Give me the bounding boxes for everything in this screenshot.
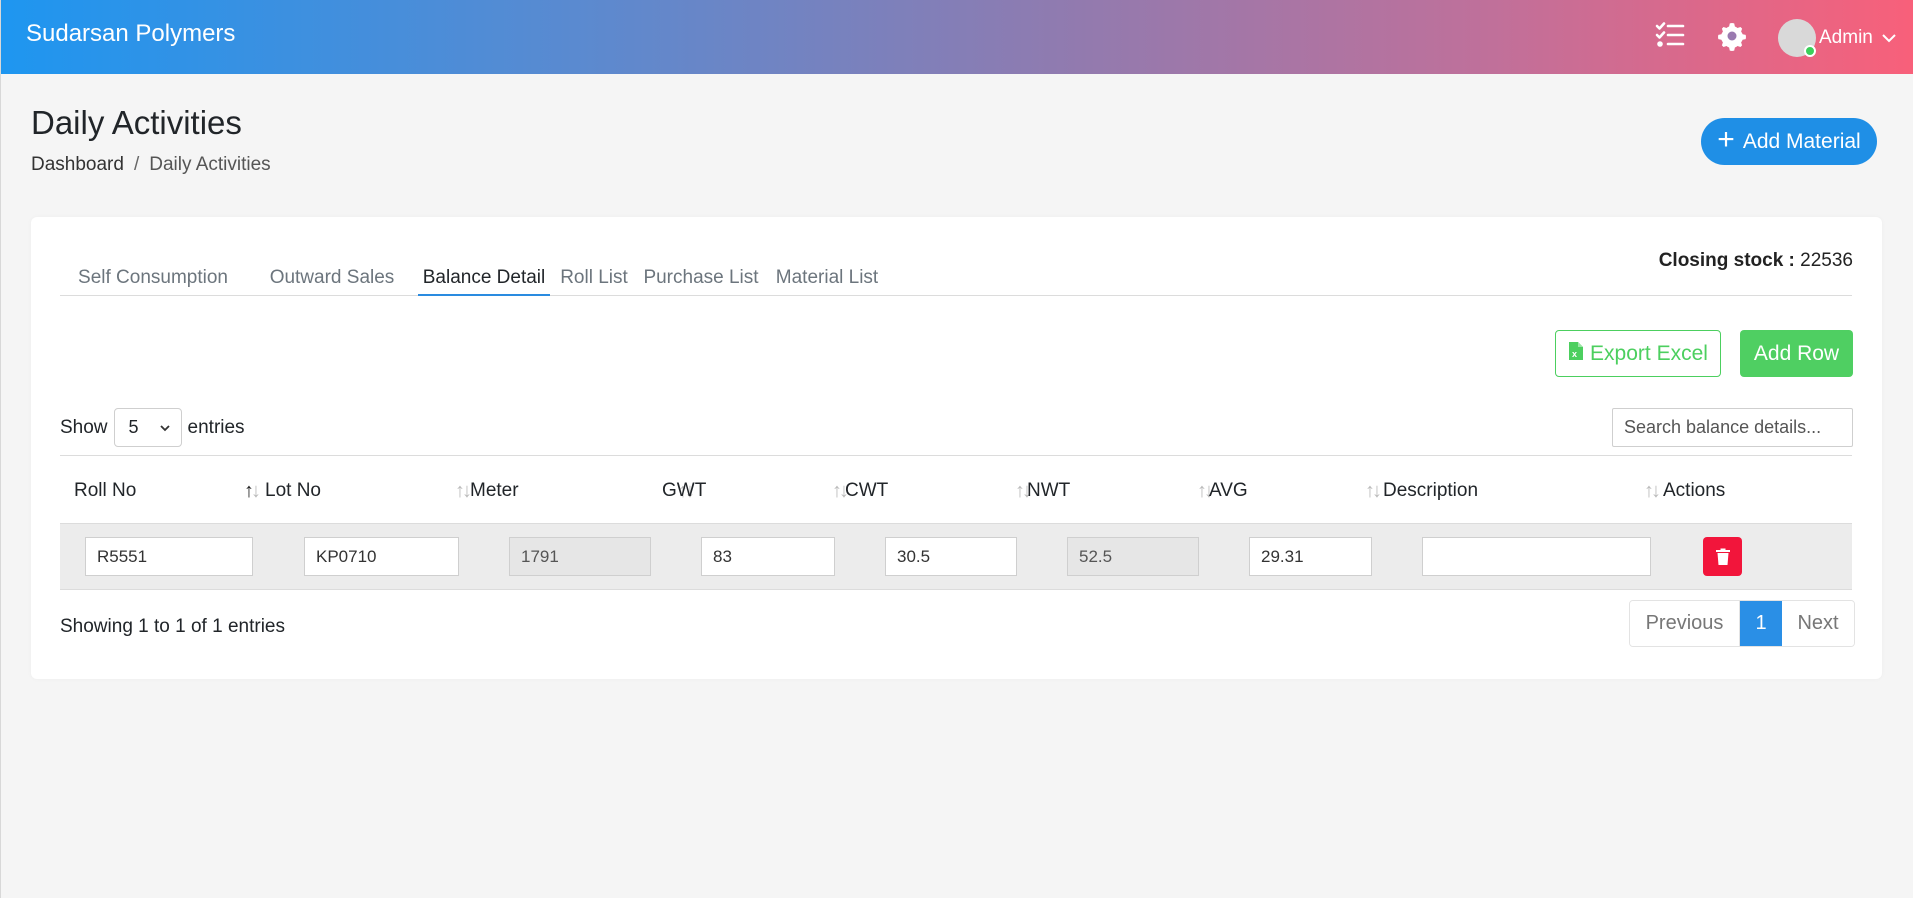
gwt-input[interactable] bbox=[701, 537, 835, 576]
tab-purchase-list[interactable]: Purchase List bbox=[638, 245, 764, 296]
entries-label: entries bbox=[187, 416, 245, 438]
search-input[interactable] bbox=[1612, 408, 1853, 447]
breadcrumb-dashboard[interactable]: Dashboard bbox=[31, 154, 124, 176]
add-row-button[interactable]: Add Row bbox=[1740, 330, 1853, 377]
export-excel-button[interactable]: x Export Excel bbox=[1555, 330, 1721, 377]
pagination-page-1[interactable]: 1 bbox=[1740, 601, 1782, 646]
description-input[interactable] bbox=[1422, 537, 1651, 576]
nwt-input bbox=[1067, 537, 1199, 576]
entries-select-value: 5 bbox=[128, 417, 139, 437]
col-description[interactable]: Description bbox=[1383, 456, 1478, 525]
tasks-list-icon[interactable] bbox=[1654, 20, 1686, 52]
col-cwt[interactable]: CWT bbox=[845, 456, 888, 525]
show-label: Show bbox=[60, 416, 108, 438]
sort-icon[interactable]: ↑↓ bbox=[455, 480, 472, 503]
gear-icon[interactable] bbox=[1716, 20, 1748, 52]
sort-asc-icon[interactable]: ↑↓ bbox=[244, 480, 261, 503]
excel-file-icon: x bbox=[1568, 341, 1584, 367]
top-navbar: Sudarsan Polymers Admin bbox=[1, 0, 1913, 74]
closing-stock-value: 22536 bbox=[1800, 250, 1853, 271]
breadcrumb: Dashboard / Daily Activities bbox=[31, 154, 271, 176]
tab-roll-list[interactable]: Roll List bbox=[550, 245, 638, 296]
add-material-button[interactable]: + Add Material bbox=[1701, 118, 1877, 165]
cwt-input[interactable] bbox=[885, 537, 1017, 576]
user-name[interactable]: Admin bbox=[1819, 27, 1873, 49]
chevron-down-icon bbox=[159, 424, 170, 431]
sort-icon[interactable]: ↑↓ bbox=[1644, 480, 1661, 503]
pagination-previous[interactable]: Previous bbox=[1630, 601, 1740, 646]
pagination-next[interactable]: Next bbox=[1782, 601, 1854, 646]
chevron-down-icon[interactable] bbox=[1881, 30, 1897, 46]
trash-icon bbox=[1715, 548, 1730, 565]
svg-text:x: x bbox=[1572, 349, 1577, 359]
plus-icon: + bbox=[1717, 123, 1735, 156]
meter-input bbox=[509, 537, 651, 576]
entries-select[interactable]: 5 bbox=[113, 408, 182, 447]
breadcrumb-current: Daily Activities bbox=[149, 154, 271, 175]
table-row bbox=[60, 524, 1852, 590]
avg-input[interactable] bbox=[1249, 537, 1372, 576]
entries-length-control: Show 5 entries bbox=[60, 408, 245, 447]
col-lot-no[interactable]: Lot No bbox=[265, 456, 321, 525]
user-avatar[interactable] bbox=[1778, 19, 1816, 57]
tab-bar: Self Consumption Outward Sales Balance D… bbox=[60, 245, 1852, 296]
closing-stock: Closing stock : 22536 bbox=[1659, 250, 1853, 272]
page-title: Daily Activities bbox=[31, 104, 242, 141]
tab-balance-detail[interactable]: Balance Detail bbox=[418, 245, 550, 296]
export-excel-label: Export Excel bbox=[1590, 341, 1708, 365]
online-status-dot bbox=[1804, 45, 1816, 57]
table-header: Roll No ↑↓ Lot No ↑↓ Meter ↑↓ GWT ↑↓ CWT… bbox=[60, 455, 1852, 524]
col-meter[interactable]: Meter bbox=[470, 456, 519, 525]
tab-outward-sales[interactable]: Outward Sales bbox=[246, 245, 418, 296]
col-roll-no[interactable]: Roll No bbox=[74, 456, 136, 525]
breadcrumb-separator: / bbox=[133, 154, 140, 175]
brand-name[interactable]: Sudarsan Polymers bbox=[26, 20, 235, 48]
table-info: Showing 1 to 1 of 1 entries bbox=[60, 616, 285, 637]
roll-no-input[interactable] bbox=[85, 537, 253, 576]
delete-row-button[interactable] bbox=[1703, 537, 1742, 576]
pagination: Previous 1 Next bbox=[1629, 600, 1855, 647]
col-gwt[interactable]: GWT bbox=[662, 456, 706, 525]
balance-card: Self Consumption Outward Sales Balance D… bbox=[31, 217, 1882, 679]
add-material-label: Add Material bbox=[1742, 129, 1861, 153]
col-avg[interactable]: AVG bbox=[1209, 456, 1248, 525]
closing-stock-label: Closing stock : bbox=[1658, 250, 1795, 271]
col-nwt[interactable]: NWT bbox=[1027, 456, 1070, 525]
sort-icon[interactable]: ↑↓ bbox=[1365, 480, 1382, 503]
tab-material-list[interactable]: Material List bbox=[764, 245, 890, 296]
sort-icon[interactable]: ↑↓ bbox=[832, 480, 849, 503]
col-actions: Actions bbox=[1663, 480, 1726, 501]
lot-no-input[interactable] bbox=[304, 537, 459, 576]
tab-self-consumption[interactable]: Self Consumption bbox=[60, 245, 246, 296]
